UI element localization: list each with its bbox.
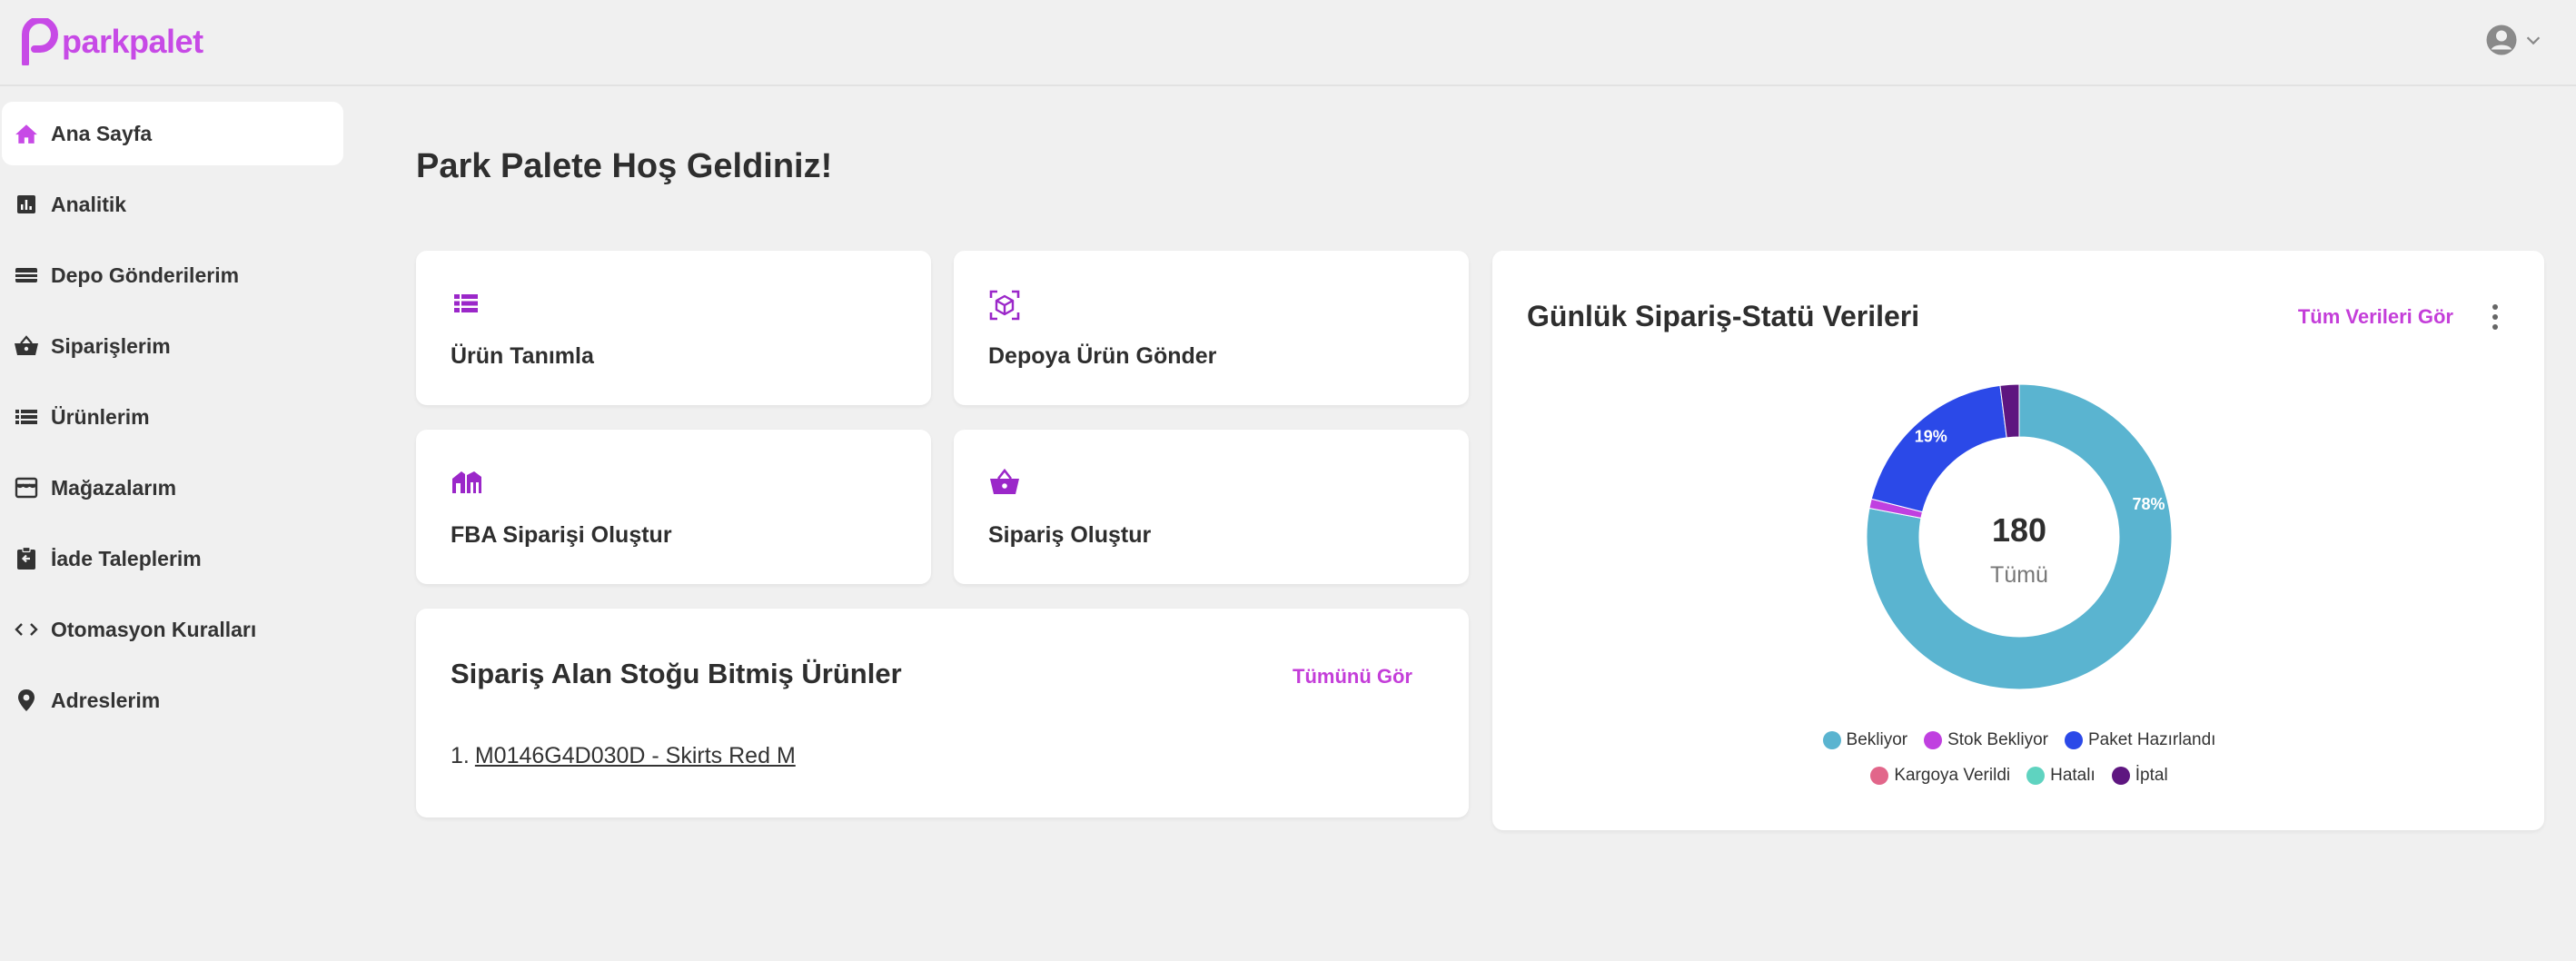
chart-legend-row-1: Bekliyor Stok Bekliyor Paket Hazırlandı bbox=[1492, 730, 2546, 750]
legend-dot bbox=[1870, 767, 1889, 785]
legend-item-3[interactable]: Kargoya Verildi bbox=[1870, 766, 2010, 786]
code-icon bbox=[13, 618, 40, 641]
user-menu[interactable] bbox=[2485, 24, 2543, 56]
sidebar-item-iade-taleplerim[interactable]: İade Taleplerim bbox=[2, 527, 343, 590]
sidebar-item-magazalarim[interactable]: Mağazalarım bbox=[2, 456, 343, 520]
return-icon bbox=[13, 547, 40, 570]
create-fba-order-card[interactable]: FBA Siparişi Oluştur bbox=[416, 430, 931, 584]
create-order-card[interactable]: Sipariş Oluştur bbox=[954, 430, 1469, 584]
legend-label: Paket Hazırlandı bbox=[2087, 730, 2216, 749]
box-scan-icon bbox=[988, 289, 1021, 322]
sidebar-item-label: Ürünlerim bbox=[51, 404, 150, 429]
chart-legend-row-2: Kargoya Verildi Hatalı İptal bbox=[1492, 766, 2546, 786]
chart-title: Günlük Sipariş-Statü Verileri bbox=[1527, 300, 1920, 332]
sidebar-item-label: Mağazalarım bbox=[51, 475, 177, 500]
send-to-warehouse-card[interactable]: Depoya Ürün Gönder bbox=[954, 251, 1469, 405]
product-link[interactable]: M0146G4D030D - Skirts Red M bbox=[475, 743, 796, 768]
more-options-icon[interactable] bbox=[2486, 302, 2504, 332]
list-item-number: 1. bbox=[451, 743, 470, 768]
sidebar-item-label: Adreslerim bbox=[51, 688, 161, 712]
list-icon bbox=[13, 405, 40, 429]
home-icon bbox=[13, 122, 40, 145]
logo-text: parkpalet bbox=[62, 23, 203, 60]
legend-label: Stok Bekliyor bbox=[1947, 730, 2048, 749]
donut-chart: 78% 19% 180 Tümü bbox=[1866, 383, 2173, 690]
action-label: Ürün Tanımla bbox=[451, 343, 594, 369]
sidebar-item-otomasyon-kurallari[interactable]: Otomasyon Kuralları bbox=[2, 598, 343, 661]
legend-item-0[interactable]: Bekliyor bbox=[1822, 730, 1908, 750]
basket-icon bbox=[988, 468, 1021, 500]
center-total-label: Tümü bbox=[1990, 562, 2048, 588]
parkpalet-logo-icon bbox=[22, 18, 58, 65]
legend-item-5[interactable]: İptal bbox=[2111, 766, 2168, 786]
out-of-stock-title: Sipariş Alan Stoğu Bitmiş Ürünler bbox=[451, 658, 902, 689]
logo[interactable]: parkpalet bbox=[18, 16, 203, 67]
top-bar: parkpalet bbox=[0, 0, 2576, 86]
location-pin-icon bbox=[13, 689, 40, 712]
action-label: Depoya Ürün Gönder bbox=[988, 343, 1217, 369]
out-of-stock-card: Sipariş Alan Stoğu Bitmiş Ürünler Tümünü… bbox=[416, 609, 1469, 817]
basket-icon bbox=[13, 334, 40, 358]
donut-slice-2[interactable] bbox=[1870, 384, 2007, 513]
chevron-down-icon bbox=[2526, 36, 2541, 45]
legend-label: Bekliyor bbox=[1846, 730, 1908, 749]
legend-dot bbox=[2026, 767, 2046, 785]
legend-dot bbox=[1924, 731, 1943, 749]
sidebar: Ana Sayfa Analitik Depo Gönderilerim Sip… bbox=[0, 102, 345, 739]
sidebar-item-label: Ana Sayfa bbox=[51, 121, 153, 145]
sidebar-item-ana-sayfa[interactable]: Ana Sayfa bbox=[2, 102, 343, 165]
action-label: FBA Siparişi Oluştur bbox=[451, 522, 672, 548]
warehouse-icon bbox=[451, 468, 483, 500]
legend-dot bbox=[2111, 767, 2130, 785]
donut-slice-label-0: 78% bbox=[2133, 495, 2165, 513]
sidebar-item-label: İade Taleplerim bbox=[51, 546, 202, 570]
account-circle-icon bbox=[2486, 25, 2517, 55]
define-product-card[interactable]: Ürün Tanımla bbox=[416, 251, 931, 405]
see-all-link[interactable]: Tümünü Gör bbox=[1293, 665, 1412, 689]
list-icon bbox=[451, 289, 483, 322]
analytics-icon bbox=[13, 193, 40, 216]
center-total-value: 180 bbox=[1992, 511, 2046, 549]
action-label: Sipariş Oluştur bbox=[988, 522, 1152, 548]
store-icon bbox=[13, 476, 40, 500]
sidebar-item-siparislerim[interactable]: Siparişlerim bbox=[2, 314, 343, 378]
legend-item-4[interactable]: Hatalı bbox=[2026, 766, 2095, 786]
page-title: Park Palete Hoş Geldiniz! bbox=[416, 147, 833, 185]
list-item: 1. M0146G4D030D - Skirts Red M bbox=[451, 743, 796, 769]
legend-dot bbox=[1822, 731, 1841, 749]
out-of-stock-list: 1. M0146G4D030D - Skirts Red M bbox=[451, 743, 796, 769]
legend-item-2[interactable]: Paket Hazırlandı bbox=[2064, 730, 2216, 750]
sidebar-item-adreslerim[interactable]: Adreslerim bbox=[2, 669, 343, 732]
see-all-data-link[interactable]: Tüm Verileri Gör bbox=[2298, 305, 2453, 329]
sidebar-item-label: Siparişlerim bbox=[51, 333, 171, 358]
legend-label: Kargoya Verildi bbox=[1894, 766, 2011, 785]
sidebar-item-urunlerim[interactable]: Ürünlerim bbox=[2, 385, 343, 449]
sidebar-item-label: Otomasyon Kuralları bbox=[51, 617, 257, 641]
sidebar-item-label: Depo Gönderilerim bbox=[51, 263, 240, 287]
sidebar-item-depo-gonderilerim[interactable]: Depo Gönderilerim bbox=[2, 243, 343, 307]
legend-dot bbox=[2064, 731, 2083, 749]
legend-label: Hatalı bbox=[2050, 766, 2095, 785]
donut-slice-label-2: 19% bbox=[1915, 428, 1947, 446]
sidebar-item-analitik[interactable]: Analitik bbox=[2, 173, 343, 236]
order-status-chart-card: Günlük Sipariş-Statü Verileri Tüm Verile… bbox=[1492, 251, 2544, 830]
sidebar-item-label: Analitik bbox=[51, 192, 127, 216]
shipments-icon bbox=[13, 263, 40, 287]
legend-label: İptal bbox=[2135, 766, 2168, 785]
legend-item-1[interactable]: Stok Bekliyor bbox=[1924, 730, 2048, 750]
